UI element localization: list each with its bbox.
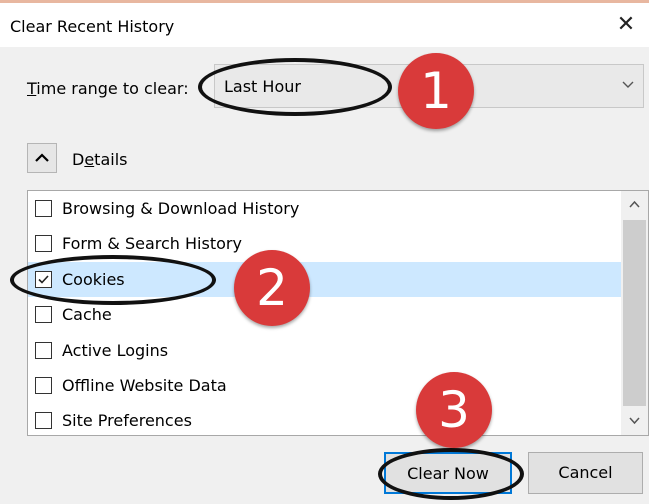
details-label-first: D: [72, 150, 85, 169]
details-label: Details: [72, 150, 127, 169]
scroll-thumb[interactable]: [623, 220, 646, 406]
time-range-label-accesskey: T: [27, 79, 37, 98]
chevron-up-icon: [35, 153, 49, 162]
details-label-rest: tails: [94, 150, 128, 169]
annotation-oval-cookies: [10, 255, 216, 305]
title-bar: Clear Recent History ✕: [0, 3, 649, 47]
checkbox[interactable]: [35, 342, 52, 359]
list-item[interactable]: Offline Website Data: [28, 368, 621, 403]
list-item[interactable]: Site Preferences: [28, 403, 621, 438]
checkbox[interactable]: [35, 200, 52, 217]
list-item[interactable]: Browsing & Download History: [28, 191, 621, 226]
scroll-down-button[interactable]: [621, 408, 648, 435]
history-items-list[interactable]: Browsing & Download History Form & Searc…: [27, 190, 649, 436]
annotation-oval-time-range: [198, 58, 392, 116]
list-item-label: Offline Website Data: [62, 376, 227, 395]
chevron-down-icon: [629, 417, 640, 425]
list-item-label: Site Preferences: [62, 411, 192, 430]
checkbox[interactable]: [35, 377, 52, 394]
close-icon[interactable]: ✕: [613, 12, 639, 38]
annotation-oval-clear-now: [378, 448, 524, 500]
list-item-label: Browsing & Download History: [62, 199, 300, 218]
list-item-label: Active Logins: [62, 341, 169, 360]
checkbox[interactable]: [35, 306, 52, 323]
list-item-label: Form & Search History: [62, 234, 242, 253]
dialog-title: Clear Recent History: [10, 17, 175, 36]
annotation-step-3: 3: [416, 372, 492, 448]
chevron-down-icon: [622, 81, 634, 88]
list-item-label: Cache: [62, 305, 112, 324]
annotation-step-1: 1: [398, 53, 474, 129]
scroll-up-button[interactable]: [621, 191, 648, 218]
details-toggle-button[interactable]: [27, 143, 57, 173]
cancel-button[interactable]: Cancel: [528, 452, 643, 494]
details-label-accesskey: e: [84, 150, 95, 169]
list-scrollbar[interactable]: [621, 191, 648, 435]
checkbox[interactable]: [35, 235, 52, 252]
checkbox[interactable]: [35, 412, 52, 429]
annotation-step-2: 2: [234, 250, 310, 326]
list-item[interactable]: Active Logins: [28, 333, 621, 368]
time-range-label-text: ime range to clear:: [36, 79, 189, 98]
time-range-label: Time range to clear:: [27, 79, 189, 98]
chevron-up-icon: [629, 200, 640, 208]
